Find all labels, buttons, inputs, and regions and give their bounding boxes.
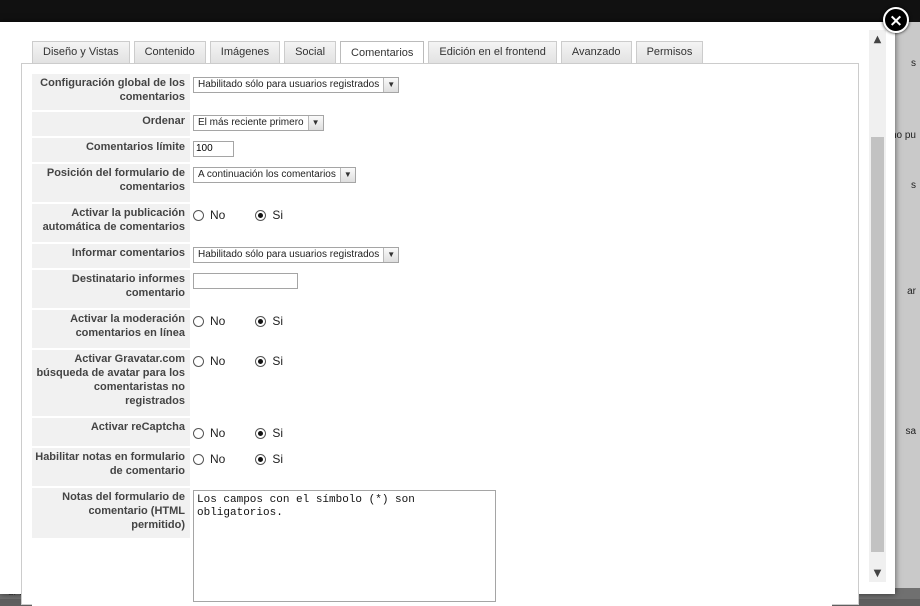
radio-label: Si (272, 452, 284, 466)
field-label: Activar la publicación automática de com… (32, 204, 190, 242)
tab-comentarios[interactable]: Comentarios (340, 41, 425, 64)
auto-publish-radio-group: No Si (193, 206, 313, 224)
radio-label: Si (272, 426, 284, 440)
tab-edicion-frontend[interactable]: Edición en el frontend (428, 41, 557, 63)
auto-publish-yes-radio[interactable]: Si (255, 208, 283, 222)
chevron-down-icon: ▼ (307, 115, 323, 130)
chevron-down-icon: ▼ (383, 77, 399, 92)
form-row-form-position: Posición del formulario de comentarios A… (32, 164, 832, 204)
form-row-gravatar: Activar Gravatar.com búsqueda de avatar … (32, 350, 832, 418)
form-row-recaptcha: Activar reCaptcha No Si (32, 418, 832, 448)
radio-label: No (210, 314, 226, 328)
gravatar-yes-radio[interactable]: Si (255, 354, 283, 368)
form-row-notes-enable: Habilitar notas en formulario de comenta… (32, 448, 832, 488)
tab-permisos[interactable]: Permisos (635, 41, 704, 63)
select-value: El más reciente primero (198, 117, 304, 128)
select-value: A continuación los comentarios (198, 169, 336, 180)
global-config-select[interactable]: Habilitado sólo para usuarios registrado… (193, 76, 400, 93)
recaptcha-yes-radio[interactable]: Si (255, 426, 283, 440)
radio-button-on[interactable] (255, 355, 267, 367)
options-modal: Diseño y Vistas Contenido Imágenes Social Co… (0, 22, 895, 606)
tab-contenido[interactable]: Contenido (133, 41, 206, 63)
radio-label: Si (272, 354, 284, 368)
radio-button-off[interactable] (193, 209, 204, 221)
background-text-fragment: ar (907, 286, 916, 297)
background-top-bar (0, 0, 920, 22)
background-text-fragment: s (911, 58, 916, 69)
field-label: Informar comentarios (32, 244, 190, 268)
scrollbar-thumb[interactable] (871, 137, 884, 552)
comments-settings-form: Configuración global de los comentarios … (32, 74, 832, 606)
gravatar-no-radio[interactable]: No (193, 354, 225, 368)
scroll-down-icon[interactable]: ▼ (869, 564, 886, 582)
field-label: Posición del formulario de comentarios (32, 164, 190, 202)
field-label: Destinatario informes comentario (32, 270, 190, 308)
vertical-scrollbar[interactable]: ▲ ▼ (869, 30, 886, 582)
report-recipient-input[interactable] (193, 272, 298, 289)
radio-label: No (210, 452, 226, 466)
inline-moderation-radio-group: No Si (193, 312, 313, 330)
field-label: Configuración global de los comentarios (32, 74, 190, 110)
notes-enable-yes-radio[interactable]: Si (255, 452, 283, 466)
radio-button-off[interactable] (193, 315, 204, 327)
notes-enable-no-radio[interactable]: No (193, 452, 225, 466)
radio-button-on[interactable] (255, 453, 267, 465)
auto-publish-no-radio[interactable]: No (193, 208, 225, 222)
form-row-limit: Comentarios límite (32, 138, 832, 164)
order-select[interactable]: El más reciente primero ▼ (193, 114, 324, 131)
tab-imagenes[interactable]: Imágenes (209, 41, 281, 63)
radio-button-on[interactable] (255, 315, 267, 327)
form-row-report: Informar comentarios Habilitado sólo par… (32, 244, 832, 270)
scroll-up-icon[interactable]: ▲ (869, 30, 886, 48)
form-notes-textarea[interactable]: Los campos con el símbolo (*) son obliga… (193, 490, 496, 602)
recaptcha-no-radio[interactable]: No (193, 426, 225, 440)
form-position-select[interactable]: A continuación los comentarios ▼ (193, 166, 356, 183)
gravatar-radio-group: No Si (193, 352, 313, 370)
report-comments-select[interactable]: Habilitado sólo para usuarios registrado… (193, 246, 400, 263)
select-value: Habilitado sólo para usuarios registrado… (198, 79, 380, 90)
form-row-order: Ordenar El más reciente primero ▼ (32, 112, 832, 138)
radio-label: Si (272, 314, 284, 328)
radio-label: Si (272, 208, 284, 222)
background-text-fragment: s (911, 180, 916, 191)
notes-enable-radio-group: No Si (193, 450, 313, 468)
radio-button-on[interactable] (255, 427, 267, 439)
field-label: Habilitar notas en formulario de comenta… (32, 448, 190, 486)
tab-social[interactable]: Social (284, 41, 337, 63)
radio-label: No (210, 208, 226, 222)
tab-avanzado[interactable]: Avanzado (560, 41, 632, 63)
chevron-down-icon: ▼ (383, 247, 399, 262)
form-row-report-recipient: Destinatario informes comentario (32, 270, 832, 310)
background-text-fragment: sa (905, 426, 916, 437)
radio-label: No (210, 426, 226, 440)
field-label: Ordenar (32, 112, 190, 136)
form-row-global-config: Configuración global de los comentarios … (32, 74, 832, 112)
field-label: Activar la moderación comentarios en lín… (32, 310, 190, 348)
radio-button-off[interactable] (193, 453, 204, 465)
close-icon[interactable]: × (883, 7, 909, 33)
inline-moderation-no-radio[interactable]: No (193, 314, 225, 328)
radio-button-off[interactable] (193, 355, 204, 367)
tab-diseno-y-vistas[interactable]: Diseño y Vistas (32, 41, 130, 63)
tab-bar: Diseño y Vistas Contenido Imágenes Social Co… (32, 40, 707, 64)
radio-button-off[interactable] (193, 427, 204, 439)
form-row-auto-publish: Activar la publicación automática de com… (32, 204, 832, 244)
chevron-down-icon: ▼ (339, 167, 355, 182)
radio-button-on[interactable] (255, 209, 267, 221)
radio-label: No (210, 354, 226, 368)
select-value: Habilitado sólo para usuarios registrado… (198, 249, 380, 260)
comments-limit-input[interactable] (193, 140, 234, 157)
form-row-inline-moderation: Activar la moderación comentarios en lín… (32, 310, 832, 350)
inline-moderation-yes-radio[interactable]: Si (255, 314, 283, 328)
field-label: Comentarios límite (32, 138, 190, 162)
form-row-notes: Notas del formulario de comentario (HTML… (32, 488, 832, 606)
field-label: Activar Gravatar.com búsqueda de avatar … (32, 350, 190, 416)
field-label: Notas del formulario de comentario (HTML… (32, 488, 190, 538)
field-label: Activar reCaptcha (32, 418, 190, 446)
recaptcha-radio-group: No Si (193, 424, 313, 442)
